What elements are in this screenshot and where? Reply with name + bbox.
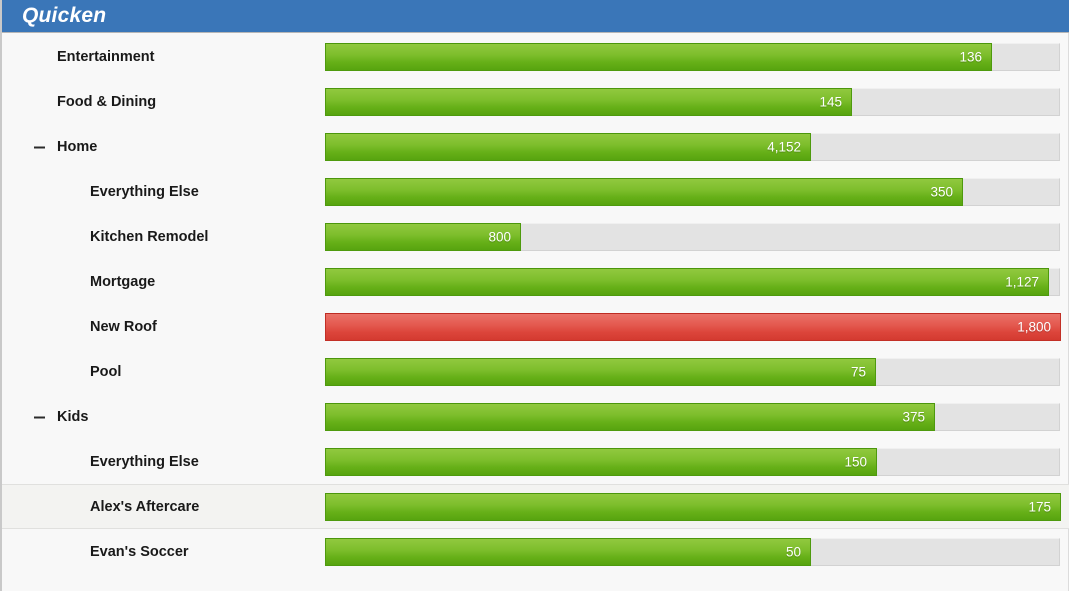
budget-progress-fill: 350 — [325, 177, 963, 206]
budget-progress-track: 75 — [325, 357, 1060, 386]
budget-progress-fill: 145 — [325, 87, 852, 116]
budget-row[interactable]: Alex's Aftercare 175 — [2, 484, 1069, 529]
category-label: Entertainment — [57, 48, 155, 65]
budget-category-list: Entertainment 136 Food & Dining 145 Home 4,15… — [2, 34, 1069, 574]
budget-progress-fill: 75 — [325, 357, 876, 386]
category-label: Home — [57, 138, 98, 155]
budget-value-label: 150 — [844, 453, 867, 469]
budget-value-label: 145 — [819, 93, 842, 109]
budget-progress-fill: 1,800 — [325, 312, 1061, 341]
budget-progress-track: 350 — [325, 177, 1060, 206]
budget-value-label: 800 — [488, 228, 511, 244]
budget-row[interactable]: Everything Else 150 — [2, 439, 1069, 484]
minus-icon[interactable] — [34, 411, 45, 422]
budget-value-label: 375 — [902, 408, 925, 424]
budget-progress-track: 150 — [325, 447, 1060, 476]
category-label: Kitchen Remodel — [90, 228, 209, 245]
budget-progress-fill: 150 — [325, 447, 877, 476]
minus-icon[interactable] — [34, 141, 45, 152]
budget-row[interactable]: Home 4,152 — [2, 124, 1069, 169]
budget-value-label: 4,152 — [767, 138, 801, 154]
budget-value-label: 175 — [1028, 498, 1051, 514]
budget-value-label: 1,800 — [1017, 318, 1051, 334]
budget-progress-track: 375 — [325, 402, 1060, 431]
budget-progress-fill: 4,152 — [325, 132, 811, 161]
budget-progress-track: 50 — [325, 537, 1060, 566]
budget-progress-track: 1,800 — [325, 312, 1061, 341]
budget-progress-fill: 800 — [325, 222, 521, 251]
budget-row[interactable]: New Roof 1,800 — [2, 304, 1069, 349]
budget-row[interactable]: Mortgage 1,127 — [2, 259, 1069, 304]
budget-row[interactable]: Kitchen Remodel 800 — [2, 214, 1069, 259]
category-label: Mortgage — [90, 273, 156, 290]
budget-progress-fill: 375 — [325, 402, 935, 431]
budget-row[interactable]: Everything Else 350 — [2, 169, 1069, 214]
category-label: Pool — [90, 363, 122, 380]
budget-value-label: 136 — [959, 48, 982, 64]
budget-row[interactable]: Kids 375 — [2, 394, 1069, 439]
title-bar: Quicken — [2, 0, 1069, 33]
budget-value-label: 350 — [930, 183, 953, 199]
budget-progress-track: 800 — [325, 222, 1060, 251]
budget-progress-fill: 1,127 — [325, 267, 1049, 296]
budget-progress-fill: 50 — [325, 537, 811, 566]
budget-progress-fill: 175 — [325, 492, 1061, 521]
budget-value-label: 50 — [785, 543, 801, 559]
budget-row[interactable]: Evan's Soccer 50 — [2, 529, 1069, 574]
budget-progress-fill: 136 — [325, 42, 992, 71]
budget-row[interactable]: Entertainment 136 — [2, 34, 1069, 79]
budget-value-label: 75 — [850, 363, 866, 379]
budget-progress-track: 136 — [325, 42, 1060, 71]
category-label: Evan's Soccer — [90, 543, 189, 560]
budget-progress-track: 1,127 — [325, 267, 1060, 296]
app-brand-title: Quicken — [22, 4, 107, 27]
category-label: Kids — [57, 408, 89, 425]
budget-progress-track: 145 — [325, 87, 1060, 116]
category-label: Everything Else — [90, 453, 199, 470]
budget-progress-track: 175 — [325, 492, 1061, 521]
quicken-budget-window: Quicken Entertainment 136 Food & Dining 145… — [0, 0, 1069, 591]
budget-value-label: 1,127 — [1005, 273, 1039, 289]
budget-progress-track: 4,152 — [325, 132, 1060, 161]
category-label: Everything Else — [90, 183, 199, 200]
budget-row[interactable]: Pool 75 — [2, 349, 1069, 394]
category-label: Alex's Aftercare — [90, 498, 200, 515]
category-label: Food & Dining — [57, 93, 157, 110]
budget-row[interactable]: Food & Dining 145 — [2, 79, 1069, 124]
category-label: New Roof — [90, 318, 157, 335]
